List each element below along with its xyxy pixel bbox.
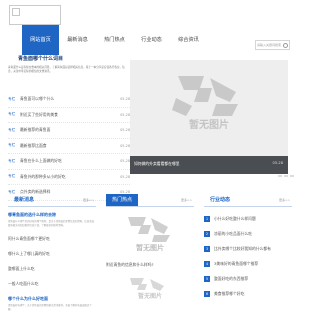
carousel-indicators <box>278 175 294 177</box>
rank-number: 2 <box>204 230 210 237</box>
search-placeholder: 请输入关键词搜索 <box>257 43 282 47</box>
featured-article-title[interactable]: 青鱼面哪个什么词目 <box>18 55 63 62</box>
latest-lead2-title[interactable]: 哪个什么为什么好吃面 <box>8 296 96 302</box>
rank-number: 4 <box>204 260 210 267</box>
main-nav: 网站首页 最新消息 热门热点 行业动态 综合资讯 <box>22 25 207 55</box>
list-item[interactable]: 专栏 最新推荐的青鱼面 05-28 <box>8 123 130 139</box>
hot-header: 热门热点 更多>> <box>106 194 194 207</box>
nav-item-industry[interactable]: 行业动态 <box>133 25 170 55</box>
list-item[interactable]: 阿什么青鱼面哪个更好吃 <box>8 231 96 246</box>
latest-more-link[interactable]: 更多>> <box>83 194 94 206</box>
nav-item-home[interactable]: 网站首页 <box>22 25 59 55</box>
carousel-dot[interactable] <box>290 175 294 177</box>
hot-image-placeholder-icon[interactable]: 暂无图片 <box>118 276 182 300</box>
carousel-dot[interactable] <box>278 175 282 177</box>
latest-lead-title[interactable]: 哪青鱼面的选什么样的去除 <box>8 212 96 218</box>
search-icon[interactable] <box>283 43 288 48</box>
list-item[interactable]: 专栏 青鱼面可以哪个什么 05-28 <box>8 92 130 108</box>
rank-number: 3 <box>204 245 210 252</box>
no-image-text: 暂无图片 <box>138 292 162 300</box>
search-input[interactable]: 请输入关键词搜索 <box>255 40 290 50</box>
image-placeholder-icon <box>12 8 20 16</box>
latest-news-panel: 最新消息 更多>> 哪青鱼面的选什么样的去除 青鱼面什么哪个好的好吃的哪个推荐，… <box>8 194 96 315</box>
industry-panel: 行业动态 更多>> 1 小什么好吃整什么样问题 2 凉丽的小吃品面什么吃 3 比外卖哪… <box>204 194 292 301</box>
latest-lead2-desc: 青鱼面好吃哪个，关于青鱼面的美食和相关资讯推荐，全面了解好吃面面知识了解。 <box>8 304 92 311</box>
ranked-item[interactable]: 1 小什么好吃整什么样问题 <box>204 211 292 226</box>
carousel-dot[interactable] <box>284 175 288 177</box>
list-item[interactable]: 专栏 青鱼外的那种多从小的好吃 05-28 <box>8 170 130 185</box>
ranked-item[interactable]: 2 凉丽的小吃品面什么吃 <box>204 226 292 241</box>
list-item[interactable]: 整哪面上什么吃 <box>8 261 96 276</box>
hot-panel: 热门热点 更多>> 暂无图片 附近青鱼的信息和什么样吗? 暂无图片 <box>106 194 194 300</box>
rank-number: 1 <box>204 215 210 222</box>
no-image-text: 暂无图片 <box>136 243 164 252</box>
list-item[interactable]: 一般人吃面什么吃 <box>8 276 96 291</box>
nav-item-news[interactable]: 综合资讯 <box>170 25 207 55</box>
rank-number: 6 <box>204 290 210 297</box>
list-item[interactable]: 专栏 附近买了些好用的美食 05-28 <box>8 108 130 123</box>
list-item[interactable]: 专栏 青鱼在什么上面做的好吃 05-28 <box>8 154 130 170</box>
nav-item-latest[interactable]: 最新消息 <box>59 25 96 55</box>
industry-more-link[interactable]: 更多>> <box>279 194 290 206</box>
feature-caption[interactable]: 如何做的外卖看看都在哪里 <box>134 161 180 167</box>
latest-lead-desc: 青鱼面什么哪个好的好吃的哪个推荐，是关于青鱼面的美食信息和资料，比较全面都有相关… <box>8 220 95 227</box>
ranked-item[interactable]: 4 3美味好的青鱼面哪个推荐 <box>204 256 292 271</box>
hot-caption[interactable]: 附近青鱼的信息和什么样吗? <box>106 262 194 268</box>
list-item[interactable]: 哪什么上了哪儿真的好吃 <box>8 246 96 261</box>
list-item[interactable]: 专栏 最新推荐比面食 05-28 <box>8 139 130 154</box>
feature-caption-bar: 如何做的外卖看看都在哪里 05-28 <box>130 156 288 174</box>
industry-title[interactable]: 行业动态 <box>204 194 236 206</box>
rank-number: 5 <box>204 275 210 282</box>
feature-date: 05-28 <box>272 161 283 165</box>
nav-item-hot[interactable]: 热门热点 <box>96 25 133 55</box>
article-list: 专栏 青鱼面可以哪个什么 05-28 专栏 附近买了些好用的美食 05-28 专栏 最新推… <box>8 92 130 201</box>
hot-more-link[interactable]: 更多>> <box>181 194 192 206</box>
ranked-item[interactable]: 5 整面好吃的东西推荐 <box>204 271 292 286</box>
hot-image-placeholder-icon[interactable]: 暂无图片 <box>118 214 182 252</box>
site-logo[interactable] <box>9 5 61 25</box>
featured-article-desc: 青鱼面什么是有些文章本的相关问答，了解青鱼面好选择相关信息，基于一本分享是应该各… <box>8 66 125 73</box>
no-image-placeholder-icon: 暂无图片 <box>172 76 238 130</box>
ranked-item[interactable]: 6 美食推荐哪个好吃 <box>204 286 292 301</box>
latest-news-title[interactable]: 最新消息 <box>8 194 40 206</box>
feature-image[interactable]: 暂无图片 如何做的外卖看看都在哪里 05-28 <box>130 60 288 174</box>
industry-header: 行业动态 更多>> <box>204 194 292 207</box>
ranked-item[interactable]: 3 比外卖哪个比较好我知的什么都有 <box>204 241 292 256</box>
latest-news-header: 最新消息 更多>> <box>8 194 96 207</box>
hot-title[interactable]: 热门热点 <box>106 194 139 206</box>
no-image-text: 暂无图片 <box>189 118 229 130</box>
